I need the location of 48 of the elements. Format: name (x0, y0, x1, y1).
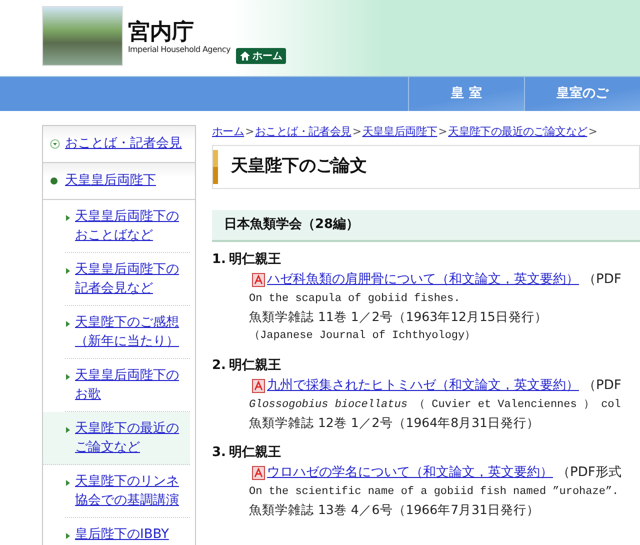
paper-journal-note: （Japanese Journal of Ichthyology） (248, 329, 477, 344)
breadcrumb-link[interactable]: 天皇陛下の最近のご論文など (448, 125, 588, 139)
paper-journal: 魚類学雑誌 11巻 1／2号（1963年12月15日発行） (248, 308, 548, 326)
breadcrumb-separator: > (245, 125, 254, 139)
home-icon (240, 51, 250, 61)
breadcrumb-link[interactable]: 天皇皇后両陛下 (362, 125, 438, 139)
paper-english-title: On the scientific name of a gobiid fish named ”urohaze”. (248, 485, 620, 500)
pdf-icon (252, 466, 265, 480)
home-button[interactable]: ホーム (236, 48, 286, 64)
breadcrumb-separator: > (352, 125, 362, 139)
paper-link[interactable]: 九州で採集されたヒトミハゼ（和文論文，英文要約） (267, 376, 579, 395)
triangle-bullet-icon (66, 480, 70, 486)
paper-journal: 魚類学雑誌 12巻 1／2号（1964年8月31日発行） (248, 414, 540, 432)
triangle-bullet-icon (66, 215, 70, 221)
paper-link[interactable]: ハゼ科魚類の肩胛骨について（和文論文，英文要約） (267, 270, 579, 289)
paper-author: 明仁親王 (228, 356, 281, 375)
pdf-icon (252, 272, 265, 286)
breadcrumb-link[interactable]: ホーム (212, 125, 244, 139)
paper-format: （PDF形式 (557, 464, 622, 482)
triangle-bullet-icon (66, 374, 70, 380)
page-title: 天皇陛下のご論文 (231, 155, 367, 178)
sidebar-item[interactable]: 天皇皇后両陛下 (43, 163, 195, 200)
paper-link[interactable]: ウロハゼの学名について（和文論文，英文要約） (267, 463, 553, 482)
paper-author: 明仁親王 (228, 250, 281, 269)
paper-format: （PDF (583, 377, 622, 395)
paper-format: （PDF (583, 271, 622, 289)
triangle-bullet-icon (66, 533, 70, 539)
section-header: 日本魚類学会（28編） (212, 210, 640, 242)
triangle-bullet-icon (66, 427, 70, 433)
triangle-bullet-icon (66, 321, 70, 327)
pdf-icon (252, 378, 265, 392)
paper-number: 3. (212, 444, 226, 462)
breadcrumb-link[interactable]: おことば・記者会見 (255, 125, 352, 139)
sidebar-item[interactable]: 皇后陛下のIBBY (65, 518, 190, 545)
breadcrumb-separator: > (588, 125, 598, 139)
paper-journal: 魚類学雑誌 13巻 4／6号（1966年7月31日発行） (248, 501, 540, 519)
site-title: 宮内庁 (128, 20, 195, 44)
paper-english-title: On the scapula of gobiid fishes. (248, 292, 462, 307)
paper-english-title: Glossogobius biocellatus （ Cuvier et Valenciennes ） col (248, 398, 622, 413)
expand-circle-icon (50, 139, 60, 149)
title-accent-bar (213, 150, 218, 184)
paper-author: 明仁親王 (228, 444, 281, 462)
triangle-bullet-icon (66, 268, 70, 274)
paper-number: 1. (212, 251, 226, 269)
paper-number: 2. (212, 357, 226, 375)
bullet-icon (50, 177, 58, 185)
site-subtitle: Imperial Household Agency (128, 44, 230, 56)
breadcrumb-separator: > (438, 125, 448, 139)
